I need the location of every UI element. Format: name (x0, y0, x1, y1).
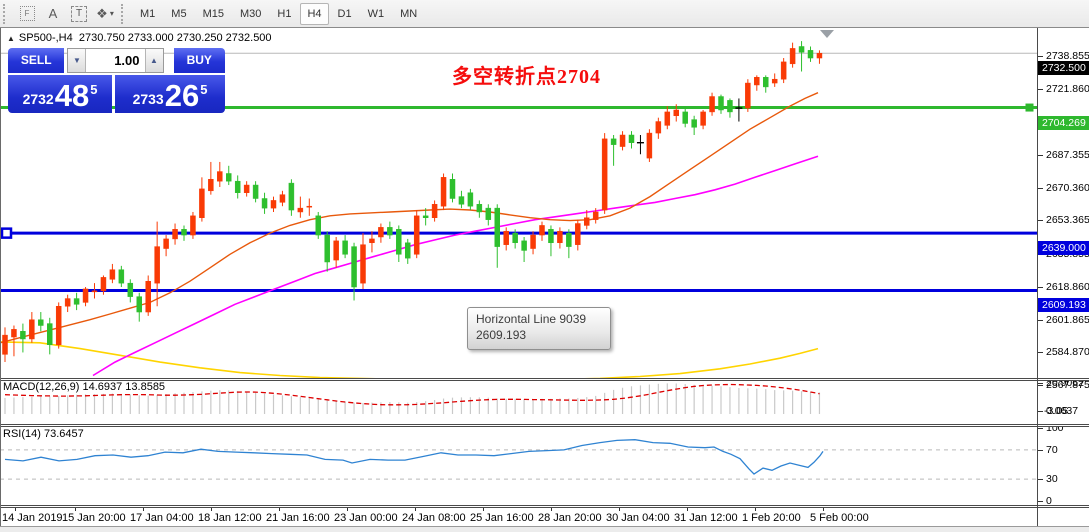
price-axis-tick (1038, 384, 1043, 386)
price-axis-tick (1038, 155, 1043, 157)
mt4-window: { "toolbar": { "icons": [ {"name": "char… (0, 0, 1089, 532)
ohlc-values: 2730.750 2733.000 2730.250 2732.500 (78, 32, 272, 44)
timeframe-button-M30[interactable]: M30 (233, 3, 268, 25)
time-axis: 14 Jan 2019 15 Jan 20:00 17 Jan 04:00 18 Ja… (0, 507, 1089, 526)
price-axis-tick (1038, 352, 1043, 354)
dropdown-caret-icon: ▾ (109, 9, 114, 18)
price-axis-chip: 2639.000 (1038, 241, 1089, 256)
price-axis: 2738.855 2721.860 2687.355 2670.360 2653.365… (1038, 28, 1089, 526)
timeframe-button-H1[interactable]: H1 (270, 3, 298, 25)
bottom-strip (0, 526, 1089, 532)
macd-legend: MACD(12,26,9) 14.6937 13.8585 (3, 381, 166, 393)
volume-increase-button[interactable]: ▲ (144, 49, 163, 72)
arrow-objects-icon[interactable]: ❖ ▾ (93, 2, 117, 25)
text-box-icon[interactable]: T (67, 2, 91, 25)
buy-price-button[interactable]: 2733 26 5 (115, 75, 225, 113)
timeframe-button-M5[interactable]: M5 (164, 3, 193, 25)
chart-title: ▲ SP500-,H4 2730.750 2733.000 2730.250 27… (7, 32, 272, 44)
timeframe-group: M1 M5 M15 M30 H1 H4 D1 W1 MN (132, 2, 425, 25)
toolbar-grip[interactable] (121, 3, 129, 24)
collapse-arrow-icon[interactable]: ▲ (7, 34, 15, 43)
macd-panel: MACD(12,26,9) 14.6937 13.8585 (0, 380, 1037, 424)
price-axis-label: 2738.855 (1046, 50, 1089, 62)
time-axis-label: 14 Jan 2019 (2, 512, 63, 524)
chart-left-border (0, 28, 1, 526)
text-label-icon[interactable]: A (41, 2, 65, 25)
time-axis-label: 17 Jan 04:00 (130, 512, 194, 524)
timeframe-button-M1[interactable]: M1 (133, 3, 162, 25)
gray-arrow-marker (820, 30, 834, 38)
line-handle (0, 227, 13, 239)
time-axis-label: 21 Jan 16:00 (266, 512, 330, 524)
price-axis-label: 2618.860 (1046, 280, 1089, 293)
volume-decrease-button[interactable]: ▼ (68, 49, 87, 72)
tooltip-line1: Horizontal Line 9039 (476, 312, 587, 326)
time-axis-label: 23 Jan 00:00 (334, 512, 398, 524)
time-axis-label: 18 Jan 12:00 (198, 512, 262, 524)
macd-axis-tick (1038, 383, 1043, 384)
macd-axis-tick (1038, 411, 1043, 412)
rsi-legend: RSI(14) 73.6457 (3, 428, 84, 440)
panel-separator[interactable] (0, 378, 1089, 381)
rsi-line (4, 439, 824, 475)
price-axis-tick (1038, 220, 1043, 222)
panel-separator[interactable] (0, 424, 1089, 427)
price-axis-label: 2721.860 (1046, 82, 1089, 95)
rsi-axis-tick (1038, 479, 1043, 481)
time-axis-label: 24 Jan 08:00 (402, 512, 466, 524)
line-handle (1025, 103, 1034, 112)
rsi-canvas (0, 439, 1037, 480)
sell-price-button[interactable]: 2732 48 5 (8, 75, 112, 113)
rsi-axis-label: 70 (1046, 443, 1058, 456)
time-axis-label: 28 Jan 20:00 (538, 512, 602, 524)
rsi-axis-tick (1038, 501, 1043, 502)
price-axis-chip: 2704.269 (1038, 115, 1089, 130)
price-axis-label: 2687.355 (1046, 149, 1089, 162)
panel-separator[interactable] (0, 505, 1089, 508)
timeframe-button-M15[interactable]: M15 (196, 3, 231, 25)
price-axis-tick (1038, 286, 1043, 288)
chart-shift-icon[interactable]: F (15, 2, 39, 25)
price-axis-tick (1038, 319, 1043, 321)
price-axis-tick (1038, 187, 1043, 189)
time-axis-label: 1 Feb 20:00 (742, 512, 801, 524)
top-toolbar: F A T ❖ ▾ M1 M5 M15 M30 H1 H4 D1 W1 MN (0, 0, 1089, 28)
price-axis-chip: 2609.193 (1038, 298, 1089, 313)
macd-axis-min: 0.0637 (1046, 405, 1079, 417)
chart-annotation: 多空转折点2704 (452, 66, 601, 88)
object-tooltip: Horizontal Line 9039 2609.193 (467, 307, 611, 350)
timeframe-button-MN[interactable]: MN (393, 3, 424, 25)
price-axis-tick (1038, 88, 1043, 90)
timeframe-button-D1[interactable]: D1 (331, 3, 359, 25)
rsi-axis-label: 30 (1046, 473, 1058, 486)
toolbar-grip[interactable] (3, 3, 11, 24)
volume-value[interactable]: 1.00 (86, 49, 144, 72)
price-axis-label: 2601.865 (1046, 313, 1089, 326)
price-axis-label: 2653.365 (1046, 214, 1089, 227)
rsi-axis-tick (1038, 428, 1043, 429)
time-axis-label: 30 Jan 04:00 (606, 512, 670, 524)
price-axis-tick (1038, 56, 1043, 57)
moving-average (0, 341, 819, 378)
sell-button[interactable]: SELL (8, 48, 65, 73)
buy-button[interactable]: BUY (173, 48, 225, 73)
rsi-panel: RSI(14) 73.6457 (0, 427, 1037, 505)
moving-average (0, 92, 819, 344)
symbol-period: SP500-,H4 (18, 32, 73, 44)
price-axis-chip: 2732.500 (1038, 61, 1089, 76)
tooltip-line2: 2609.193 (476, 328, 527, 342)
price-axis-label: 2670.360 (1046, 181, 1089, 194)
time-axis-label: 25 Jan 16:00 (470, 512, 534, 524)
main-chart-panel[interactable]: ▲ SP500-,H4 2730.750 2733.000 2730.250 27… (0, 28, 1037, 378)
time-axis-label: 15 Jan 20:00 (62, 512, 126, 524)
time-axis-label: 31 Jan 12:00 (674, 512, 738, 524)
time-axis-label: 5 Feb 00:00 (810, 512, 869, 524)
rsi-axis-tick (1038, 449, 1043, 451)
axis-border (1037, 28, 1038, 526)
volume-stepper: ▼ 1.00 ▲ (67, 48, 164, 73)
timeframe-button-H4[interactable]: H4 (300, 2, 329, 25)
price-axis-label: 2584.870 (1046, 346, 1089, 359)
timeframe-button-W1[interactable]: W1 (361, 3, 392, 25)
one-click-trading-panel: SELL ▼ 1.00 ▲ BUY 2732 48 5 2733 26 5 (8, 48, 225, 113)
